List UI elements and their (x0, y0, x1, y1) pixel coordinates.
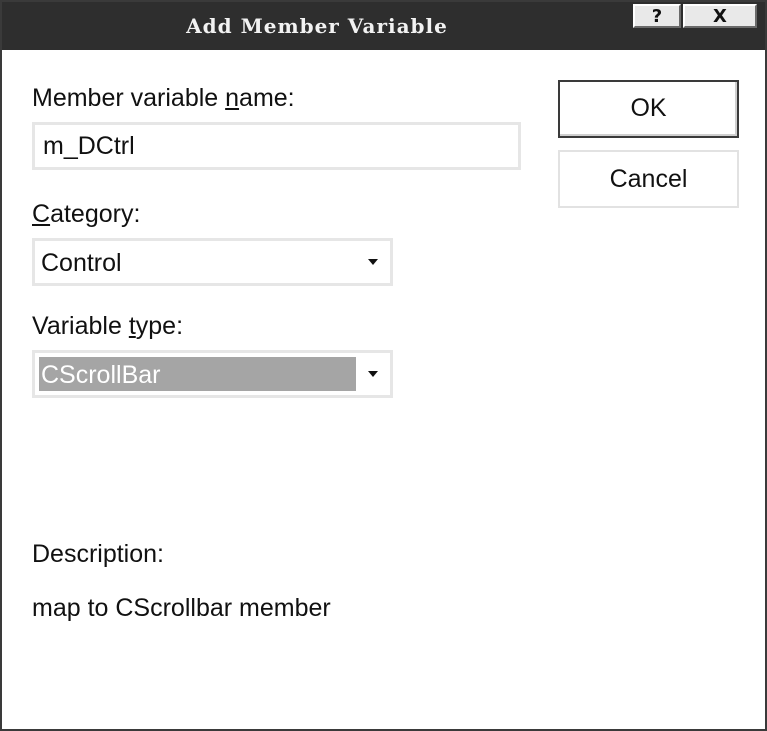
label-accelerator: C (32, 200, 51, 228)
label-accelerator: t (128, 312, 136, 340)
member-variable-name-input[interactable]: m_DCtrl (32, 122, 521, 170)
label-accelerator: n (225, 84, 240, 112)
add-member-variable-dialog: Add Member Variable ? X Member variable … (0, 0, 767, 731)
cancel-button[interactable]: Cancel (558, 150, 739, 208)
category-selected-value: Control (41, 249, 122, 277)
label-text: ategory: (50, 200, 141, 228)
help-button[interactable]: ? (633, 4, 681, 28)
chevron-down-icon[interactable] (360, 245, 386, 279)
description-label: Description: (32, 540, 164, 568)
dialog-title: Add Member Variable (186, 14, 448, 38)
label-text: Member variable (32, 84, 226, 112)
ok-button[interactable]: OK (558, 80, 739, 138)
chevron-down-icon[interactable] (360, 357, 386, 391)
label-text: Variable (32, 312, 129, 340)
member-variable-name-label: Member variable name: (32, 84, 295, 113)
description-text: map to CScrollbar member (32, 594, 331, 622)
label-text: ame: (239, 84, 295, 112)
variable-type-label: Variable type: (32, 312, 183, 341)
variable-type-selected-value: CScrollBar (39, 357, 356, 391)
title-bar[interactable]: Add Member Variable ? X (2, 2, 765, 50)
variable-type-select[interactable]: CScrollBar (32, 350, 393, 398)
help-icon: ? (651, 6, 663, 27)
category-select[interactable]: Control (32, 238, 393, 286)
close-icon: X (713, 6, 727, 27)
label-text: ype: (135, 312, 184, 340)
close-button[interactable]: X (683, 4, 757, 28)
category-label: Category: (32, 200, 140, 229)
